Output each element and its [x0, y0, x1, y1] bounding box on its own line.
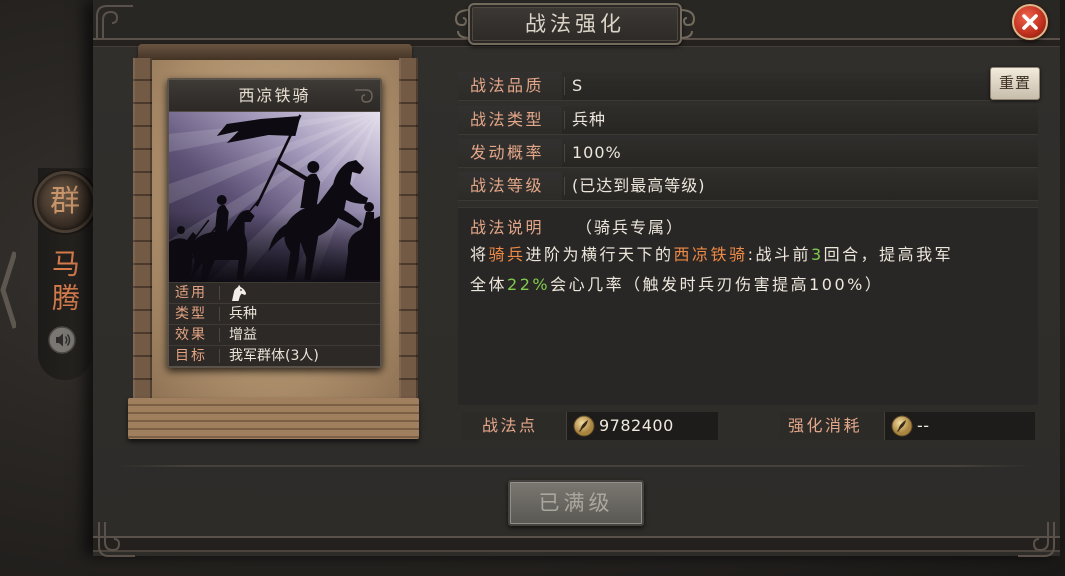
row-divider: [564, 177, 565, 195]
skill-level-value: (已达到最高等级): [572, 176, 706, 195]
row-divider: [219, 349, 220, 363]
skill-quality-value: S: [572, 76, 584, 95]
card-row-label: 目标: [175, 348, 207, 364]
section-divider: [118, 465, 1030, 467]
desc-highlight: 骑兵: [488, 245, 526, 264]
row-divider: [219, 307, 220, 321]
desc-segment: 回合，提高我军: [823, 245, 954, 264]
card-row-label: 适用: [175, 285, 207, 301]
row-divider: [219, 286, 220, 300]
skill-type-value: 兵种: [572, 110, 607, 129]
scroll-rod-left: [133, 58, 152, 402]
row-divider: [564, 77, 565, 95]
card-row-value: 增益: [229, 327, 257, 343]
card-row-label: 类型: [175, 306, 207, 322]
description-tag: （骑兵专属）: [576, 218, 685, 237]
row-divider: [564, 111, 565, 129]
coin-icon: [573, 415, 595, 437]
skill-points-field: 9782400: [566, 412, 718, 440]
scroll-base: [128, 398, 419, 439]
upgrade-cost-value: --: [917, 416, 930, 435]
row-divider: [564, 144, 565, 162]
upgrade-cost-field: --: [884, 412, 1035, 440]
desc-segment: 会心几率（触发时兵刃伤害提高100%）: [550, 275, 884, 294]
close-button[interactable]: [1012, 4, 1048, 40]
reset-button[interactable]: 重置: [990, 67, 1040, 100]
desc-number: 3: [810, 245, 824, 264]
card-ornament-right: [355, 89, 373, 103]
corner-ornament: [98, 522, 135, 557]
desc-segment: 全体: [470, 275, 508, 294]
coin-icon: [891, 415, 913, 437]
description-text: 将骑兵进阶为横行天下的西凉铁骑:战斗前3回合，提高我军全体22%会心几率（触发时…: [470, 240, 1032, 300]
card-row-value: 兵种: [229, 306, 257, 322]
skill-type-row: 战法类型 兵种: [458, 106, 1038, 135]
skill-upgrade-dialog: 战法强化 西凉铁骑 适用 类型 兵种 效果 增益 目标 我军群体(3人) 战法品…: [0, 0, 1065, 576]
description-panel: [458, 207, 1038, 405]
skill-card: 西凉铁骑 适用 类型 兵种 效果 增益 目标 我军群体(3人): [167, 78, 382, 368]
card-row-label: 效果: [175, 327, 207, 343]
desc-segment: 进阶为横行天下的: [525, 245, 674, 264]
card-row-target: 目标 我军群体(3人): [169, 345, 380, 366]
horse-head-icon: [232, 284, 247, 301]
card-row-applicable: 适用: [169, 282, 380, 303]
skill-quality-label: 战法品质: [458, 72, 562, 100]
max-level-button[interactable]: 已满级: [508, 480, 644, 526]
trigger-chance-row: 发动概率 100%: [458, 139, 1038, 168]
desc-number: 22%: [507, 275, 551, 294]
title-ornament-right: [680, 9, 696, 39]
description-label: 战法说明: [470, 218, 545, 237]
close-icon: [1022, 14, 1038, 30]
desc-segment: :战斗前: [747, 245, 811, 264]
corner-ornament: [96, 5, 133, 40]
corner-ornament: [1018, 522, 1055, 557]
row-divider: [219, 328, 220, 342]
upgrade-cost-label: 强化消耗: [780, 412, 884, 440]
card-row-effect: 效果 增益: [169, 324, 380, 345]
dialog-bottom-border: [93, 536, 1060, 552]
card-row-type: 类型 兵种: [169, 303, 380, 324]
dialog-title: 战法强化: [468, 3, 682, 45]
trigger-chance-label: 发动概率: [458, 139, 562, 167]
skill-type-label: 战法类型: [458, 106, 562, 134]
scroll-rod-right: [399, 58, 418, 402]
skill-level-row: 战法等级 (已达到最高等级): [458, 172, 1038, 201]
card-row-value: 我军群体(3人): [229, 348, 319, 364]
trigger-chance-value: 100%: [572, 143, 622, 162]
skill-name: 西凉铁骑: [169, 80, 380, 112]
desc-highlight: 西凉铁骑: [673, 245, 748, 264]
skill-points-label: 战法点: [462, 412, 566, 440]
skill-illustration: [169, 112, 380, 282]
skill-points-value: 9782400: [599, 416, 674, 435]
skill-level-label: 战法等级: [458, 172, 562, 200]
desc-segment: 将: [470, 245, 489, 264]
skill-quality-row: 战法品质 S: [458, 72, 1038, 101]
